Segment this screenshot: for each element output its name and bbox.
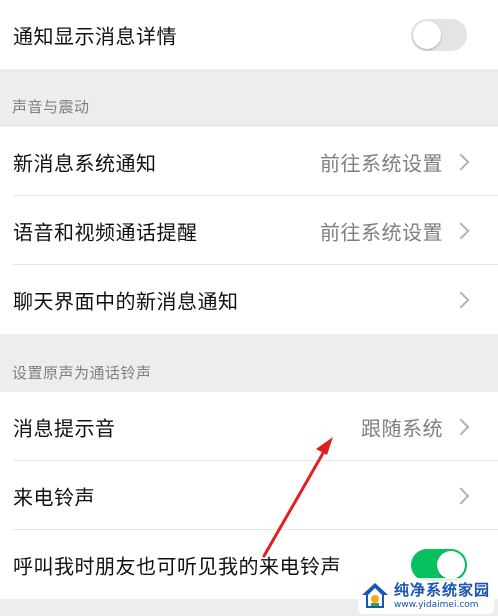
chevron-right-icon (452, 291, 470, 308)
row-label: 消息提示音 (13, 416, 116, 440)
row-label: 新消息系统通知 (13, 151, 157, 175)
show-message-details-toggle[interactable] (411, 18, 467, 51)
section-header-sound: 声音与震动 (12, 98, 90, 116)
show-message-details-row[interactable]: 通知显示消息详情 (0, 0, 498, 69)
row-label: 来电铃声 (13, 485, 95, 509)
row-label: 语音和视频通话提醒 (13, 220, 198, 244)
new-message-system-notification-row[interactable]: 新消息系统通知 前往系统设置 (0, 127, 498, 196)
house-logo-icon (361, 583, 388, 608)
chevron-right-icon (452, 418, 470, 435)
in-chat-new-message-notification-row[interactable]: 聊天界面中的新消息通知 (0, 265, 498, 334)
message-alert-tone-row[interactable]: 消息提示音 跟随系统 (0, 392, 498, 461)
chevron-right-icon (452, 153, 470, 170)
watermark-text: 纯净系统家园 www.yidaimei.com (393, 580, 490, 610)
incoming-call-ringtone-row[interactable]: 来电铃声 (0, 461, 498, 530)
watermark-title: 纯净系统家园 (393, 580, 490, 599)
toggle-knob (437, 550, 465, 579)
row-label: 呼叫我时朋友也可听见我的来电铃声 (13, 554, 341, 578)
chevron-right-icon (452, 222, 470, 239)
site-watermark: 纯净系统家园 www.yidaimei.com (357, 578, 494, 614)
toggle-knob (413, 20, 441, 49)
section-header-ringtone: 设置原声为通话铃声 (12, 364, 152, 382)
friends-hear-ringtone-toggle[interactable] (411, 548, 467, 581)
row-label: 聊天界面中的新消息通知 (13, 289, 239, 313)
show-message-details-label: 通知显示消息详情 (13, 24, 177, 48)
notification-settings-page: 通知显示消息详情 声音与震动 新消息系统通知 前往系统设置 语音和视频通话提醒 … (0, 0, 498, 616)
watermark-url: www.yidaimei.com (393, 599, 479, 610)
voice-video-call-reminder-row[interactable]: 语音和视频通话提醒 前往系统设置 (0, 196, 498, 265)
row-value: 前往系统设置 (320, 220, 443, 244)
chevron-right-icon (452, 487, 470, 504)
row-value: 跟随系统 (361, 416, 443, 440)
row-value: 前往系统设置 (320, 151, 443, 175)
